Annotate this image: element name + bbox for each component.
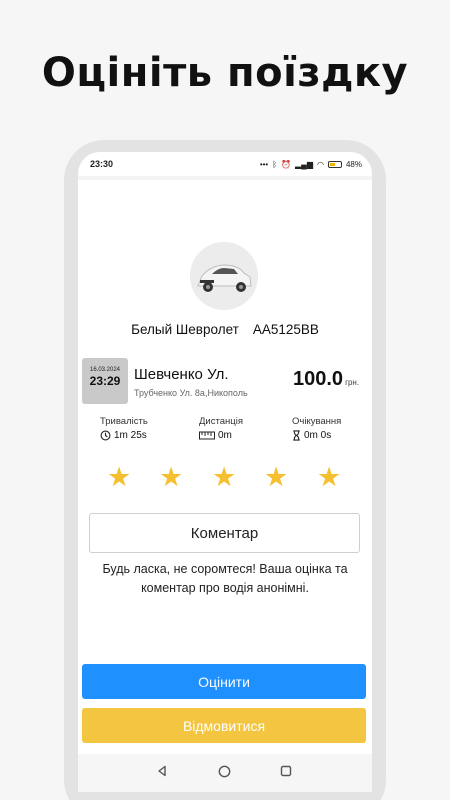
car-plate: AA5125BB [252,322,319,337]
stat-duration-label: Тривалість [100,416,148,427]
star-icon[interactable]: ★ [107,464,131,491]
stat-duration: Тривалість 1m 25s [100,416,148,441]
battery-icon [327,160,342,168]
stat-waiting-label: Очікування [292,416,342,427]
star-icon[interactable]: ★ [159,464,183,491]
rate-button[interactable]: Оцінити [82,664,366,699]
rating-stars: ★ ★ ★ ★ ★ [78,464,372,494]
trip-stats: Тривалість 1m 25s Дистанція 0m Очікуванн… [78,416,372,446]
ruler-icon [199,431,215,440]
anonymity-notice: Будь ласка, не соромтеся! Ваша оцінка та… [102,562,348,595]
price-value: 100.0 [293,368,344,390]
trip-price: 100.0 грн. [293,368,359,391]
status-bar: 23:30 ••• ᛒ ⏰ ▂▄▆ ◠ 48% [78,152,372,176]
more-icon: ••• [259,159,269,169]
stat-distance-label: Дистанція [199,416,243,427]
battery-level: 48% [345,159,362,169]
star-icon[interactable]: ★ [317,464,341,491]
trip-summary: 16.03.2024 23:29 Шевченко Ул. Трубченко … [82,358,372,404]
wifi-icon: ◠ [317,159,324,169]
status-time: 23:30 [90,159,114,169]
stat-distance: Дистанція 0m [199,416,243,441]
trip-date: 16.03.2024 [89,367,121,373]
clock-icon [100,430,111,441]
trip-address: Трубченко Ул. 8а,Никополь [134,388,248,398]
stat-distance-value: 0m [218,430,232,441]
back-icon[interactable] [156,765,168,777]
comment-button[interactable]: Коментар [89,513,360,553]
divider [78,176,372,180]
home-icon[interactable] [218,765,231,778]
stat-waiting: Очікування 0m 0s [292,416,341,441]
alarm-icon: ⏰ [281,159,292,169]
star-icon[interactable]: ★ [264,464,288,491]
decline-button[interactable]: Відмовитися [82,708,366,743]
car-photo-icon [190,242,258,310]
bluetooth-icon: ᛒ [272,159,278,169]
star-icon[interactable]: ★ [212,464,236,491]
recents-icon[interactable] [280,765,292,777]
signal-icon: ▂▄▆ [295,159,313,169]
car-avatar [190,242,258,310]
stat-duration-value: 1m 25s [114,430,147,441]
stat-waiting-value: 0m 0s [304,430,332,441]
promo-title: Оцініть поїздку [41,50,409,96]
driver-car-info: Белый Шевролет AA5125BB [78,322,372,337]
car-model: Белый Шевролет [131,322,239,337]
system-nav-bar [78,754,372,792]
trip-street: Шевченко Ул. [134,366,229,383]
trip-date-box: 16.03.2024 23:29 [82,358,128,404]
trip-time: 23:29 [89,374,121,388]
app-screen: 23:30 ••• ᛒ ⏰ ▂▄▆ ◠ 48% Белый Шевролет AA… [78,152,372,792]
status-icons: ••• ᛒ ⏰ ▂▄▆ ◠ 48% [260,160,362,169]
hourglass-icon [293,430,300,441]
price-currency: грн. [345,378,360,387]
